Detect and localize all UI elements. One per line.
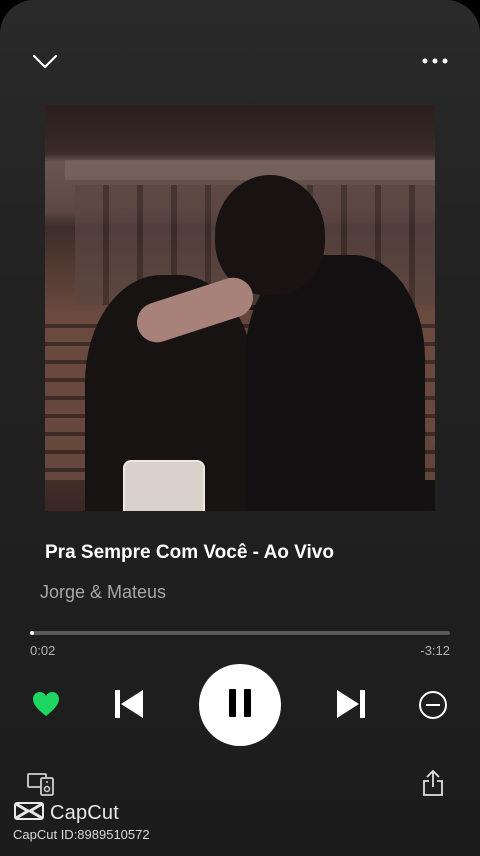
more-icon[interactable] xyxy=(420,46,450,76)
progress-fill xyxy=(30,631,35,635)
share-icon[interactable] xyxy=(418,766,448,800)
heart-icon[interactable] xyxy=(28,686,64,722)
skip-next-icon[interactable] xyxy=(330,682,372,726)
devices-icon[interactable] xyxy=(24,768,60,800)
track-title[interactable]: Pra Sempre Com Você - Ao Vivo xyxy=(45,542,334,564)
pause-icon xyxy=(227,688,253,723)
artist-name[interactable]: Jorge & Mateus xyxy=(40,582,166,603)
now-playing-screen: Pra Sempre Com Você - Ao Vivo Jorge & Ma… xyxy=(0,0,480,856)
skip-previous-icon[interactable] xyxy=(108,682,150,726)
pause-button[interactable] xyxy=(199,664,281,746)
progress-bar[interactable] xyxy=(30,631,450,635)
capcut-logo-icon xyxy=(14,800,44,827)
elapsed-time: 0:02 xyxy=(30,643,56,658)
minus-circle-icon[interactable] xyxy=(414,686,452,724)
chevron-down-icon[interactable] xyxy=(28,46,62,76)
album-artwork xyxy=(45,105,435,511)
watermark-id: CapCut ID:8989510572 xyxy=(13,827,150,842)
watermark-brand: CapCut xyxy=(50,802,120,824)
remaining-time: -3:12 xyxy=(420,643,450,658)
capcut-watermark: CapCut xyxy=(14,800,119,827)
